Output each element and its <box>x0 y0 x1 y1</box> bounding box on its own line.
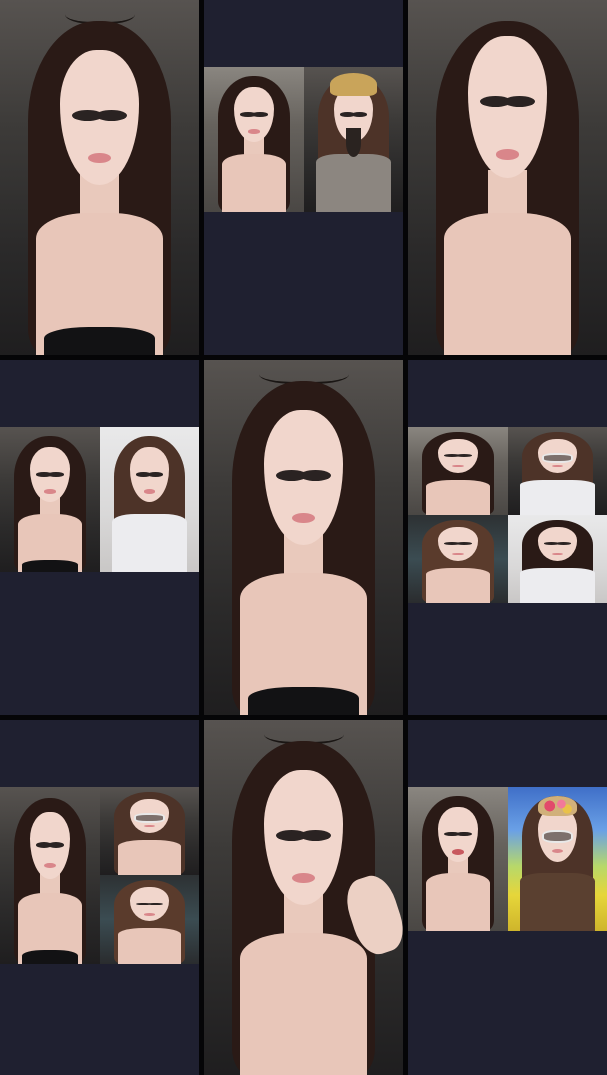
tile-6-video-b[interactable] <box>508 427 607 515</box>
tile-6-video-a[interactable] <box>408 427 508 515</box>
tile-4-split[interactable] <box>0 360 199 715</box>
tile-2-split[interactable] <box>204 0 403 355</box>
tile-8-video[interactable] <box>204 720 403 1075</box>
tile-9-right-video[interactable] <box>508 787 607 931</box>
tile-1-video[interactable] <box>0 0 199 355</box>
flower-hat-icon <box>537 795 578 816</box>
tile-4-left-video[interactable] <box>0 427 100 572</box>
live-grid <box>0 0 607 1075</box>
tile-7-top-right-video[interactable] <box>100 787 199 875</box>
glasses-icon <box>541 453 574 463</box>
tile-6-quad[interactable] <box>408 360 607 715</box>
tile-2-right-video[interactable] <box>304 67 403 212</box>
tile-4-right-video[interactable] <box>100 427 199 572</box>
tile-7-bottom-right-video[interactable] <box>100 875 199 964</box>
streamer-portrait <box>0 0 199 355</box>
glasses-icon <box>133 813 166 823</box>
tile-9-left-video[interactable] <box>408 787 508 931</box>
costume-hat-icon <box>329 72 378 96</box>
costume-beard-icon <box>345 127 362 157</box>
tile-6-video-d[interactable] <box>508 515 607 603</box>
tile-7-trio[interactable] <box>0 720 199 1075</box>
tile-3-video[interactable] <box>408 0 607 355</box>
tile-7-main-video[interactable] <box>0 787 100 964</box>
tile-6-video-c[interactable] <box>408 515 508 603</box>
tile-5-video[interactable] <box>204 360 403 715</box>
tile-2-left-video[interactable] <box>204 67 304 212</box>
sunglasses-icon <box>541 830 574 843</box>
tile-9-split[interactable] <box>408 720 607 1075</box>
